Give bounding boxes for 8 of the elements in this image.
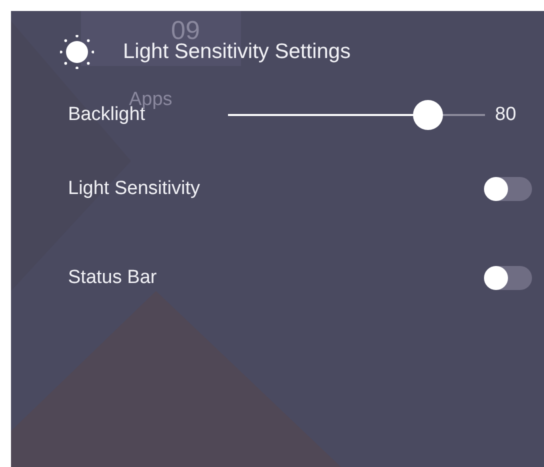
setting-label: Status Bar xyxy=(68,266,158,288)
toggle-switch[interactable] xyxy=(484,266,532,290)
sun-icon xyxy=(60,35,94,69)
setting-label: Light Sensitivity xyxy=(68,178,202,200)
slider-value: 80 xyxy=(495,104,516,126)
toggle-switch[interactable] xyxy=(484,176,532,200)
slider-track[interactable] xyxy=(228,100,485,130)
slider-thumb[interactable] xyxy=(413,100,444,130)
